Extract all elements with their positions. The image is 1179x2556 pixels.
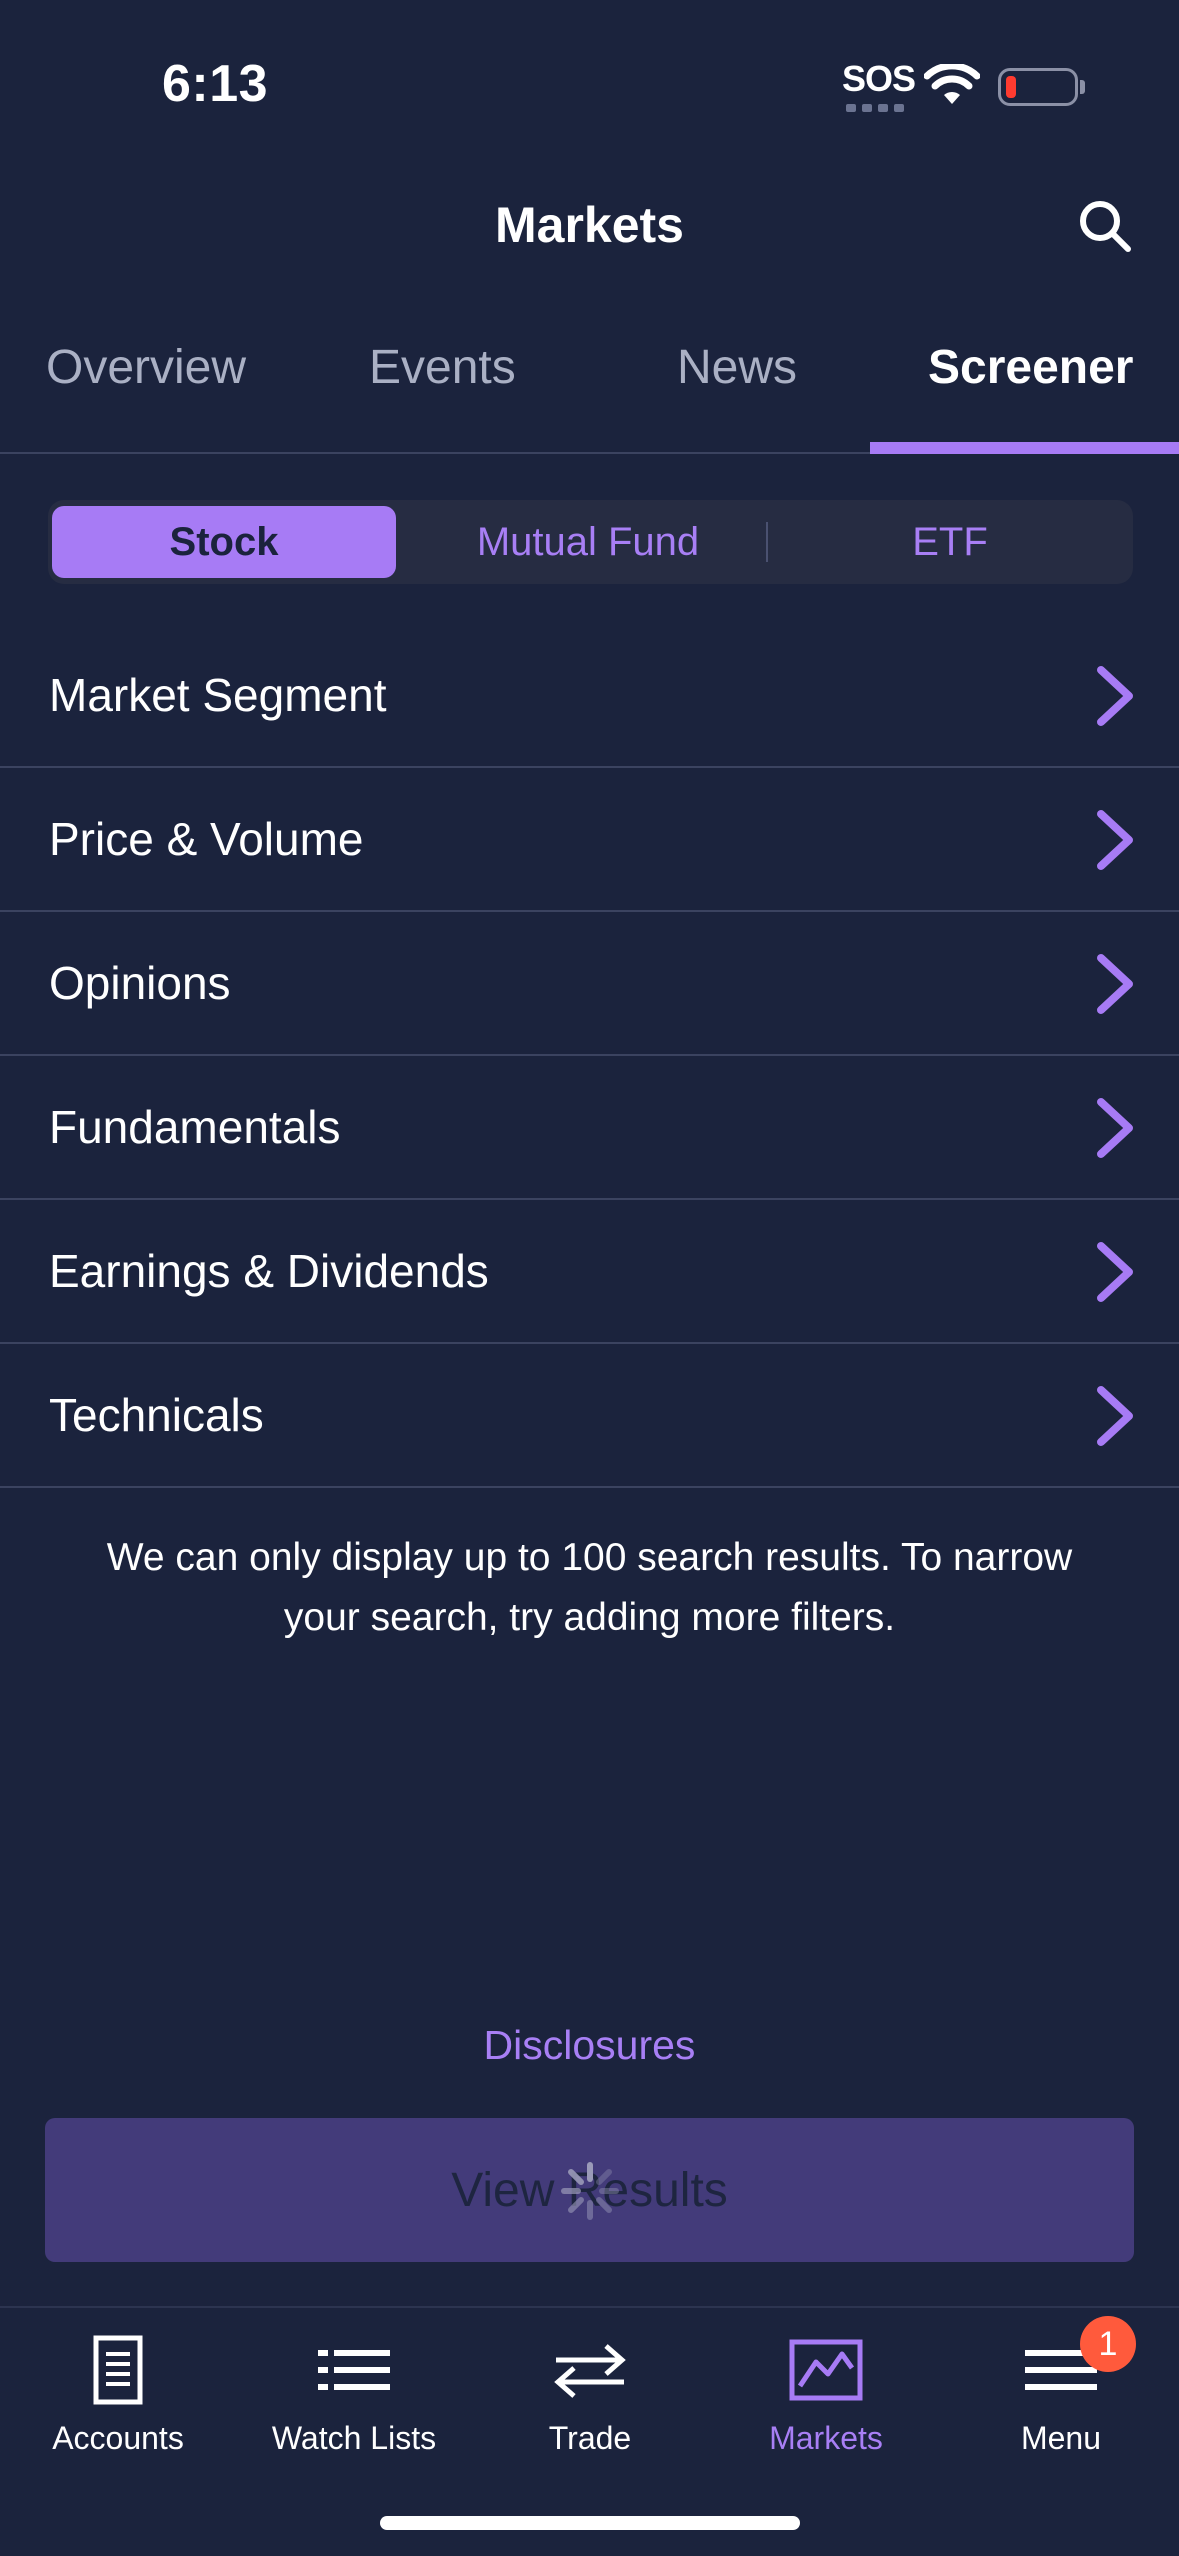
nav-trade[interactable]: Trade (472, 2308, 708, 2508)
nav-accounts[interactable]: Accounts (0, 2308, 236, 2508)
tab-news[interactable]: News (677, 340, 797, 395)
chevron-right-icon (1097, 1386, 1133, 1446)
active-tab-indicator (870, 442, 1179, 454)
filter-label: Fundamentals (49, 1101, 341, 1153)
segment-divider (766, 522, 768, 562)
segment-stock[interactable]: Stock (52, 506, 396, 578)
filter-row-fundamentals[interactable]: Fundamentals (0, 1056, 1179, 1200)
results-limit-note: We can only display up to 100 search res… (106, 1536, 1073, 1639)
nav-label: Accounts (52, 2420, 184, 2456)
filter-category-list: Market Segment Price & Volume Opinions F… (0, 624, 1179, 1488)
markets-tab-bar: Overview Events News Screener (0, 330, 1179, 454)
asset-type-segmented-control: Stock Mutual Fund ETF (48, 500, 1133, 584)
nav-markets[interactable]: Markets (708, 2308, 944, 2508)
battery-cap (1080, 80, 1085, 94)
segment-mutual-fund[interactable]: Mutual Fund (408, 500, 768, 584)
chevron-right-icon (1097, 1098, 1133, 1158)
menu-notification-badge: 1 (1080, 2316, 1136, 2372)
nav-watch-lists[interactable]: Watch Lists (236, 2308, 472, 2508)
tab-screener[interactable]: Screener (928, 340, 1133, 395)
filter-label: Market Segment (49, 669, 387, 721)
filter-label: Price & Volume (49, 813, 364, 865)
screener-screen: 6:13 SOS Markets Overview Events News Sc… (0, 0, 1179, 2556)
filter-row-market-segment[interactable]: Market Segment (0, 624, 1179, 768)
search-icon[interactable] (1075, 196, 1135, 256)
sos-indicator: SOS (842, 58, 916, 99)
chevron-right-icon (1097, 666, 1133, 726)
segment-etf[interactable]: ETF (770, 500, 1130, 584)
filter-row-opinions[interactable]: Opinions (0, 912, 1179, 1056)
tab-overview[interactable]: Overview (46, 340, 246, 395)
tab-events[interactable]: Events (369, 340, 516, 395)
wifi-icon (924, 64, 980, 104)
loading-spinner-icon (561, 2162, 619, 2220)
filter-row-earnings-dividends[interactable]: Earnings & Dividends (0, 1200, 1179, 1344)
chevron-right-icon (1097, 810, 1133, 870)
filter-row-technicals[interactable]: Technicals (0, 1344, 1179, 1488)
swap-arrows-icon (554, 2344, 626, 2398)
nav-label: Markets (769, 2420, 883, 2456)
nav-menu[interactable]: Menu (943, 2308, 1179, 2508)
document-icon (93, 2335, 143, 2405)
chart-icon (789, 2339, 863, 2401)
nav-label: Trade (548, 2420, 632, 2456)
filter-row-price-volume[interactable]: Price & Volume (0, 768, 1179, 912)
nav-label: Watch Lists (271, 2420, 437, 2456)
chevron-right-icon (1097, 954, 1133, 1014)
status-time: 6:13 (162, 55, 269, 113)
filter-label: Technicals (49, 1389, 264, 1441)
chevron-right-icon (1097, 1242, 1133, 1302)
nav-label: Menu (1020, 2420, 1102, 2456)
filter-label: Earnings & Dividends (49, 1245, 489, 1297)
signal-dots-icon (846, 104, 904, 112)
battery-icon (998, 68, 1078, 106)
page-title: Markets (495, 197, 684, 253)
home-indicator (380, 2516, 800, 2530)
disclosures-link[interactable]: Disclosures (0, 2022, 1179, 2069)
filter-label: Opinions (49, 957, 231, 1009)
list-icon (318, 2350, 390, 2390)
